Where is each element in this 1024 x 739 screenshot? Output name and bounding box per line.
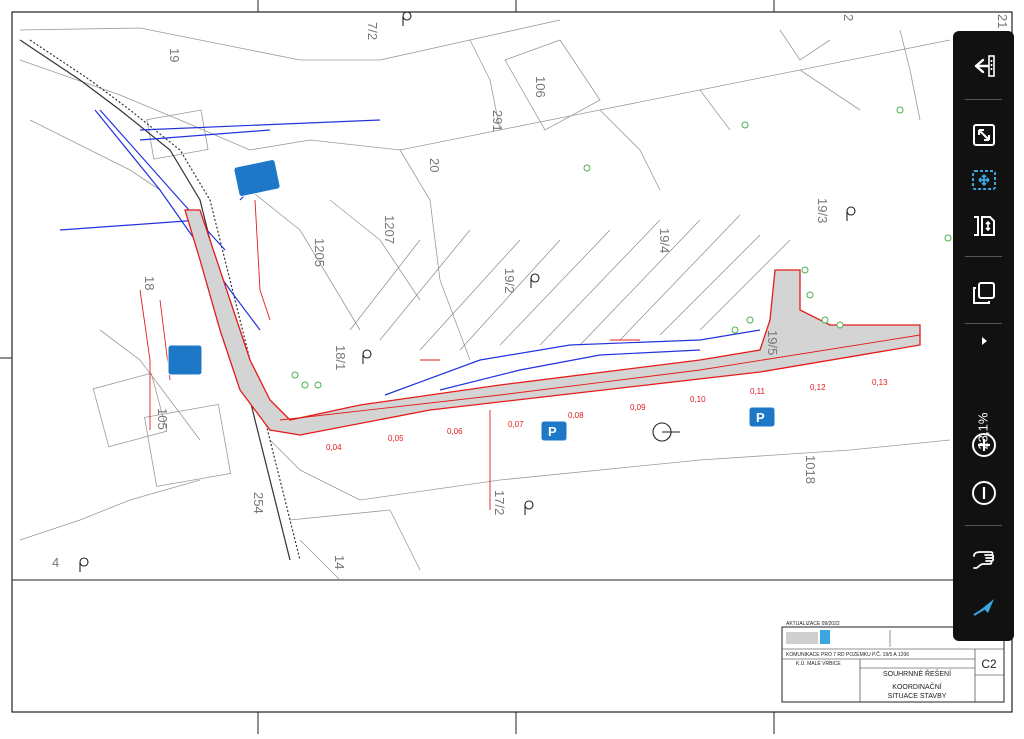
parcel-label: 20 — [427, 158, 442, 172]
pan-tool-button[interactable] — [961, 539, 1006, 579]
sheet-title-1: KOORDINAČNÍ — [892, 682, 941, 691]
site-label: K.Ú. MALÉ VRBICE — [796, 660, 841, 667]
chainage-label: 0,10 — [690, 395, 706, 404]
project-label: KOMUNIKACE PRO 7 RD POZEMKU P.Č. 19/5 A … — [786, 651, 909, 658]
zoom-in-button[interactable] — [961, 425, 1006, 465]
parcel-label: 19/4 — [657, 228, 672, 253]
parcel-label: 19/5 — [765, 330, 780, 355]
parcel-label: 17/2 — [492, 490, 507, 515]
chainage-label: 0,04 — [326, 443, 342, 452]
parcel-label: 19 — [167, 48, 182, 62]
collapse-panel-icon — [974, 55, 995, 77]
chainage-label: 0,07 — [508, 420, 524, 429]
pages-icon — [972, 282, 995, 304]
fit-width-button[interactable] — [961, 160, 1006, 200]
parcel-label: 291 — [490, 110, 505, 132]
parcel-label: 14 — [332, 555, 347, 569]
sheet-number: C2 — [981, 657, 997, 671]
fit-page-button[interactable] — [961, 115, 1006, 155]
zoom-in-icon — [971, 433, 996, 457]
parcel-label: 105 — [155, 408, 170, 430]
parcel-label: 18/1 — [333, 345, 348, 370]
parcel-label: 254 — [251, 492, 266, 514]
zoom-out-button[interactable] — [961, 473, 1006, 513]
fit-height-icon — [973, 216, 995, 236]
chainage-label: 0,06 — [447, 427, 463, 436]
zoom-out-icon — [971, 481, 996, 505]
chainage-label: 0,12 — [810, 383, 826, 392]
pages-button[interactable] — [961, 273, 1006, 313]
chainage-label: 0,11 — [750, 387, 766, 396]
chainage-label: 0,13 — [872, 378, 888, 387]
section-label: SOUHRNNÉ ŘEŠENÍ — [883, 669, 951, 678]
viewer-toolbar: 23,1% — [953, 31, 1014, 641]
parcel-label: 1018 — [803, 455, 818, 484]
parcel-label: 106 — [533, 76, 548, 98]
sheet-title-2: SITUACE STAVBY — [888, 693, 947, 700]
zoom-expand-button[interactable] — [961, 329, 1006, 353]
chainage-label: 0,05 — [388, 434, 404, 443]
parcel-label: 19/2 — [502, 268, 517, 293]
parcel-label: 18 — [142, 276, 157, 290]
annotate-button[interactable] — [961, 587, 1006, 627]
parcel-label: 7/2 — [365, 22, 380, 40]
annotate-arrow-icon — [972, 599, 994, 616]
parcel-label: 1205 — [312, 238, 327, 267]
chainage-label: 0,08 — [568, 411, 584, 420]
parcel-label: 4 — [52, 555, 59, 570]
drawing-sheet: 19 7/2 2 106 291 20 1207 1205 19/4 19/3 … — [0, 0, 1013, 734]
parcel-label: 19/3 — [815, 198, 830, 223]
expand-arrow-icon — [981, 337, 987, 345]
parcel-label: 1207 — [382, 215, 397, 244]
svg-text:P: P — [548, 424, 557, 439]
fit-height-button[interactable] — [961, 206, 1006, 246]
parcel-label: 21 — [995, 14, 1010, 28]
chainage-label: 0,09 — [630, 403, 646, 412]
document-viewer[interactable]: 19 7/2 2 106 291 20 1207 1205 19/4 19/3 … — [0, 0, 1024, 734]
svg-text:P: P — [756, 410, 765, 425]
parcel-label: 2 — [841, 14, 856, 21]
collapse-panel-button[interactable] — [961, 46, 1006, 86]
update-label: AKTUALIZACE 09/2022 — [786, 621, 840, 627]
fit-width-icon — [971, 170, 996, 190]
pan-hand-icon — [972, 551, 994, 569]
fit-page-icon — [972, 124, 995, 146]
